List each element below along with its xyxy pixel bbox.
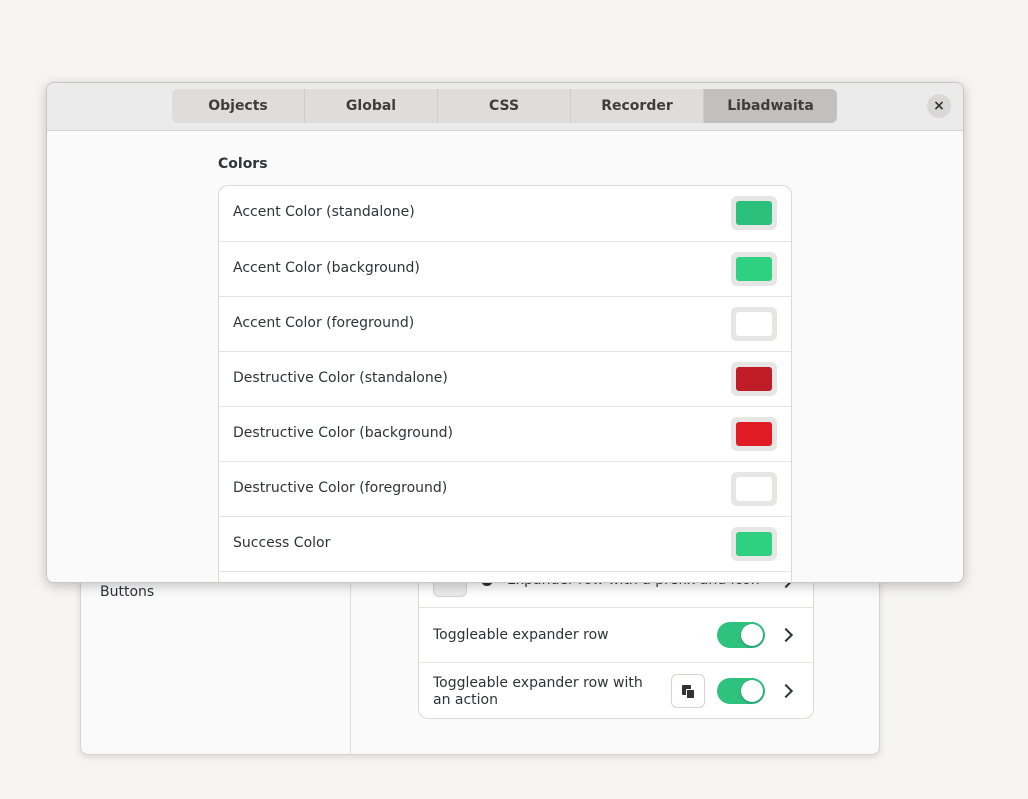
colors-list: Accent Color (standalone) Accent Color (b… xyxy=(218,185,792,583)
toggleable-expander-row-action[interactable]: Toggleable expander row with an action xyxy=(419,662,813,719)
section-title-colors: Colors xyxy=(218,156,268,172)
view-switcher: Objects Global CSS Recorder Libadwaita xyxy=(172,89,837,123)
chevron-right-icon[interactable] xyxy=(778,627,794,643)
color-swatch xyxy=(736,532,772,556)
tab-css[interactable]: CSS xyxy=(438,89,571,123)
inspector-window: Objects Global CSS Recorder Libadwaita ×… xyxy=(46,82,964,583)
color-picker-button[interactable] xyxy=(731,527,777,561)
toggleable-expander-row[interactable]: Toggleable expander row xyxy=(419,607,813,662)
color-swatch xyxy=(736,201,772,225)
color-swatch xyxy=(736,422,772,446)
libadwaita-page: Colors Accent Color (standalone) Accent C… xyxy=(47,131,963,583)
toggle-switch[interactable] xyxy=(717,678,765,704)
color-row: Success Color xyxy=(219,516,791,571)
color-row xyxy=(219,571,791,583)
header-bar: Objects Global CSS Recorder Libadwaita × xyxy=(47,83,963,131)
color-row-label: Destructive Color (background) xyxy=(233,425,453,441)
color-row-label: Destructive Color (foreground) xyxy=(233,480,448,496)
color-row: Accent Color (standalone) xyxy=(219,186,791,241)
switch-knob xyxy=(741,680,763,702)
color-row-label: Destructive Color (standalone) xyxy=(233,370,448,386)
color-swatch xyxy=(736,257,772,281)
chevron-right-icon[interactable] xyxy=(778,683,794,699)
color-row: Destructive Color (foreground) xyxy=(219,461,791,516)
tab-libadwaita[interactable]: Libadwaita xyxy=(704,89,837,123)
color-picker-button[interactable] xyxy=(731,196,777,230)
color-swatch xyxy=(736,367,772,391)
tab-global[interactable]: Global xyxy=(305,89,438,123)
color-picker-button[interactable] xyxy=(731,417,777,451)
color-row-label: Accent Color (standalone) xyxy=(233,204,415,220)
color-row: Destructive Color (background) xyxy=(219,406,791,461)
color-swatch xyxy=(736,312,772,336)
copy-icon xyxy=(682,685,696,699)
switch-knob xyxy=(741,624,763,646)
color-swatch xyxy=(736,477,772,501)
color-row: Accent Color (background) xyxy=(219,241,791,296)
tab-recorder[interactable]: Recorder xyxy=(571,89,704,123)
copy-button[interactable] xyxy=(671,674,705,708)
color-row: Accent Color (foreground) xyxy=(219,296,791,351)
row-label: Toggleable expander row with an action xyxy=(433,675,643,708)
toggle-switch[interactable] xyxy=(717,622,765,648)
color-row-label: Success Color xyxy=(233,535,331,551)
close-button[interactable]: × xyxy=(927,94,951,118)
tab-objects[interactable]: Objects xyxy=(172,89,305,123)
color-picker-button[interactable] xyxy=(731,362,777,396)
color-picker-button[interactable] xyxy=(731,582,777,583)
color-picker-button[interactable] xyxy=(731,252,777,286)
color-row: Destructive Color (standalone) xyxy=(219,351,791,406)
color-picker-button[interactable] xyxy=(731,307,777,341)
sidebar-item-buttons[interactable]: Buttons xyxy=(100,584,154,600)
color-row-label: Accent Color (foreground) xyxy=(233,315,415,331)
color-picker-button[interactable] xyxy=(731,472,777,506)
row-label: Toggleable expander row xyxy=(433,627,609,643)
close-icon: × xyxy=(933,98,945,114)
color-row-label: Accent Color (background) xyxy=(233,260,420,276)
